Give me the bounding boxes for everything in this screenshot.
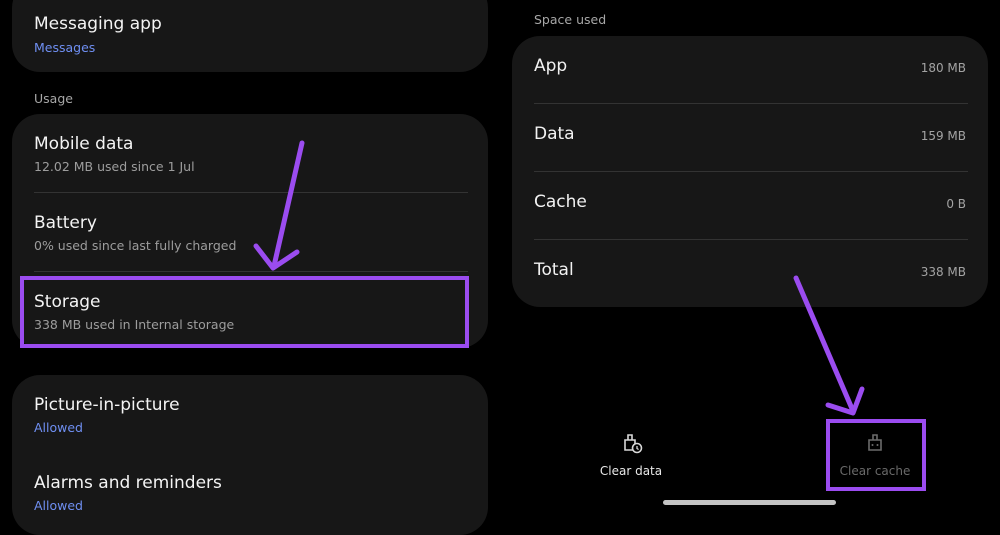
annotation-arrow-clear-cache [793, 275, 865, 416]
